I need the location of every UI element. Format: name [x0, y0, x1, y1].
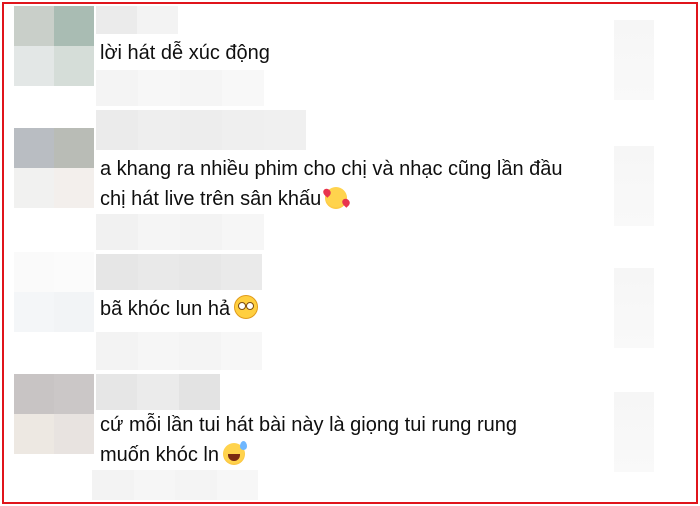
avatar[interactable]	[14, 252, 94, 332]
smiling-face-with-hearts-icon	[325, 187, 348, 209]
avatar[interactable]	[14, 6, 94, 86]
reply-actions-blurred	[96, 214, 264, 250]
comment-text: lời hát dễ xúc động	[100, 42, 270, 64]
comment-text: a khang ra nhiều phim cho chị và nhạc cũ…	[100, 158, 563, 180]
flushed-face-icon	[234, 295, 259, 319]
avatar[interactable]	[14, 128, 94, 208]
like-button-blurred[interactable]	[614, 146, 654, 226]
like-button-blurred[interactable]	[614, 392, 654, 472]
comment-text: cứ mỗi lần tui hát bài này là giọng tui …	[100, 414, 517, 436]
grinning-face-with-sweat-icon	[222, 441, 247, 465]
username-blurred[interactable]	[96, 6, 178, 34]
username-blurred[interactable]	[96, 110, 306, 150]
like-button-blurred[interactable]	[614, 268, 654, 348]
comment-text-line2: muốn khóc ln	[100, 440, 247, 470]
like-button-blurred[interactable]	[614, 20, 654, 100]
avatar[interactable]	[14, 374, 94, 454]
username-blurred[interactable]	[96, 254, 262, 290]
username-blurred[interactable]	[96, 374, 220, 410]
reply-actions-blurred	[92, 470, 258, 500]
comment-text-line2: chị hát live trên sân khấu	[100, 184, 348, 214]
comment-text: bã khóc lun hả	[100, 294, 259, 324]
reply-actions-blurred	[96, 70, 264, 106]
reply-actions-blurred	[96, 332, 262, 370]
